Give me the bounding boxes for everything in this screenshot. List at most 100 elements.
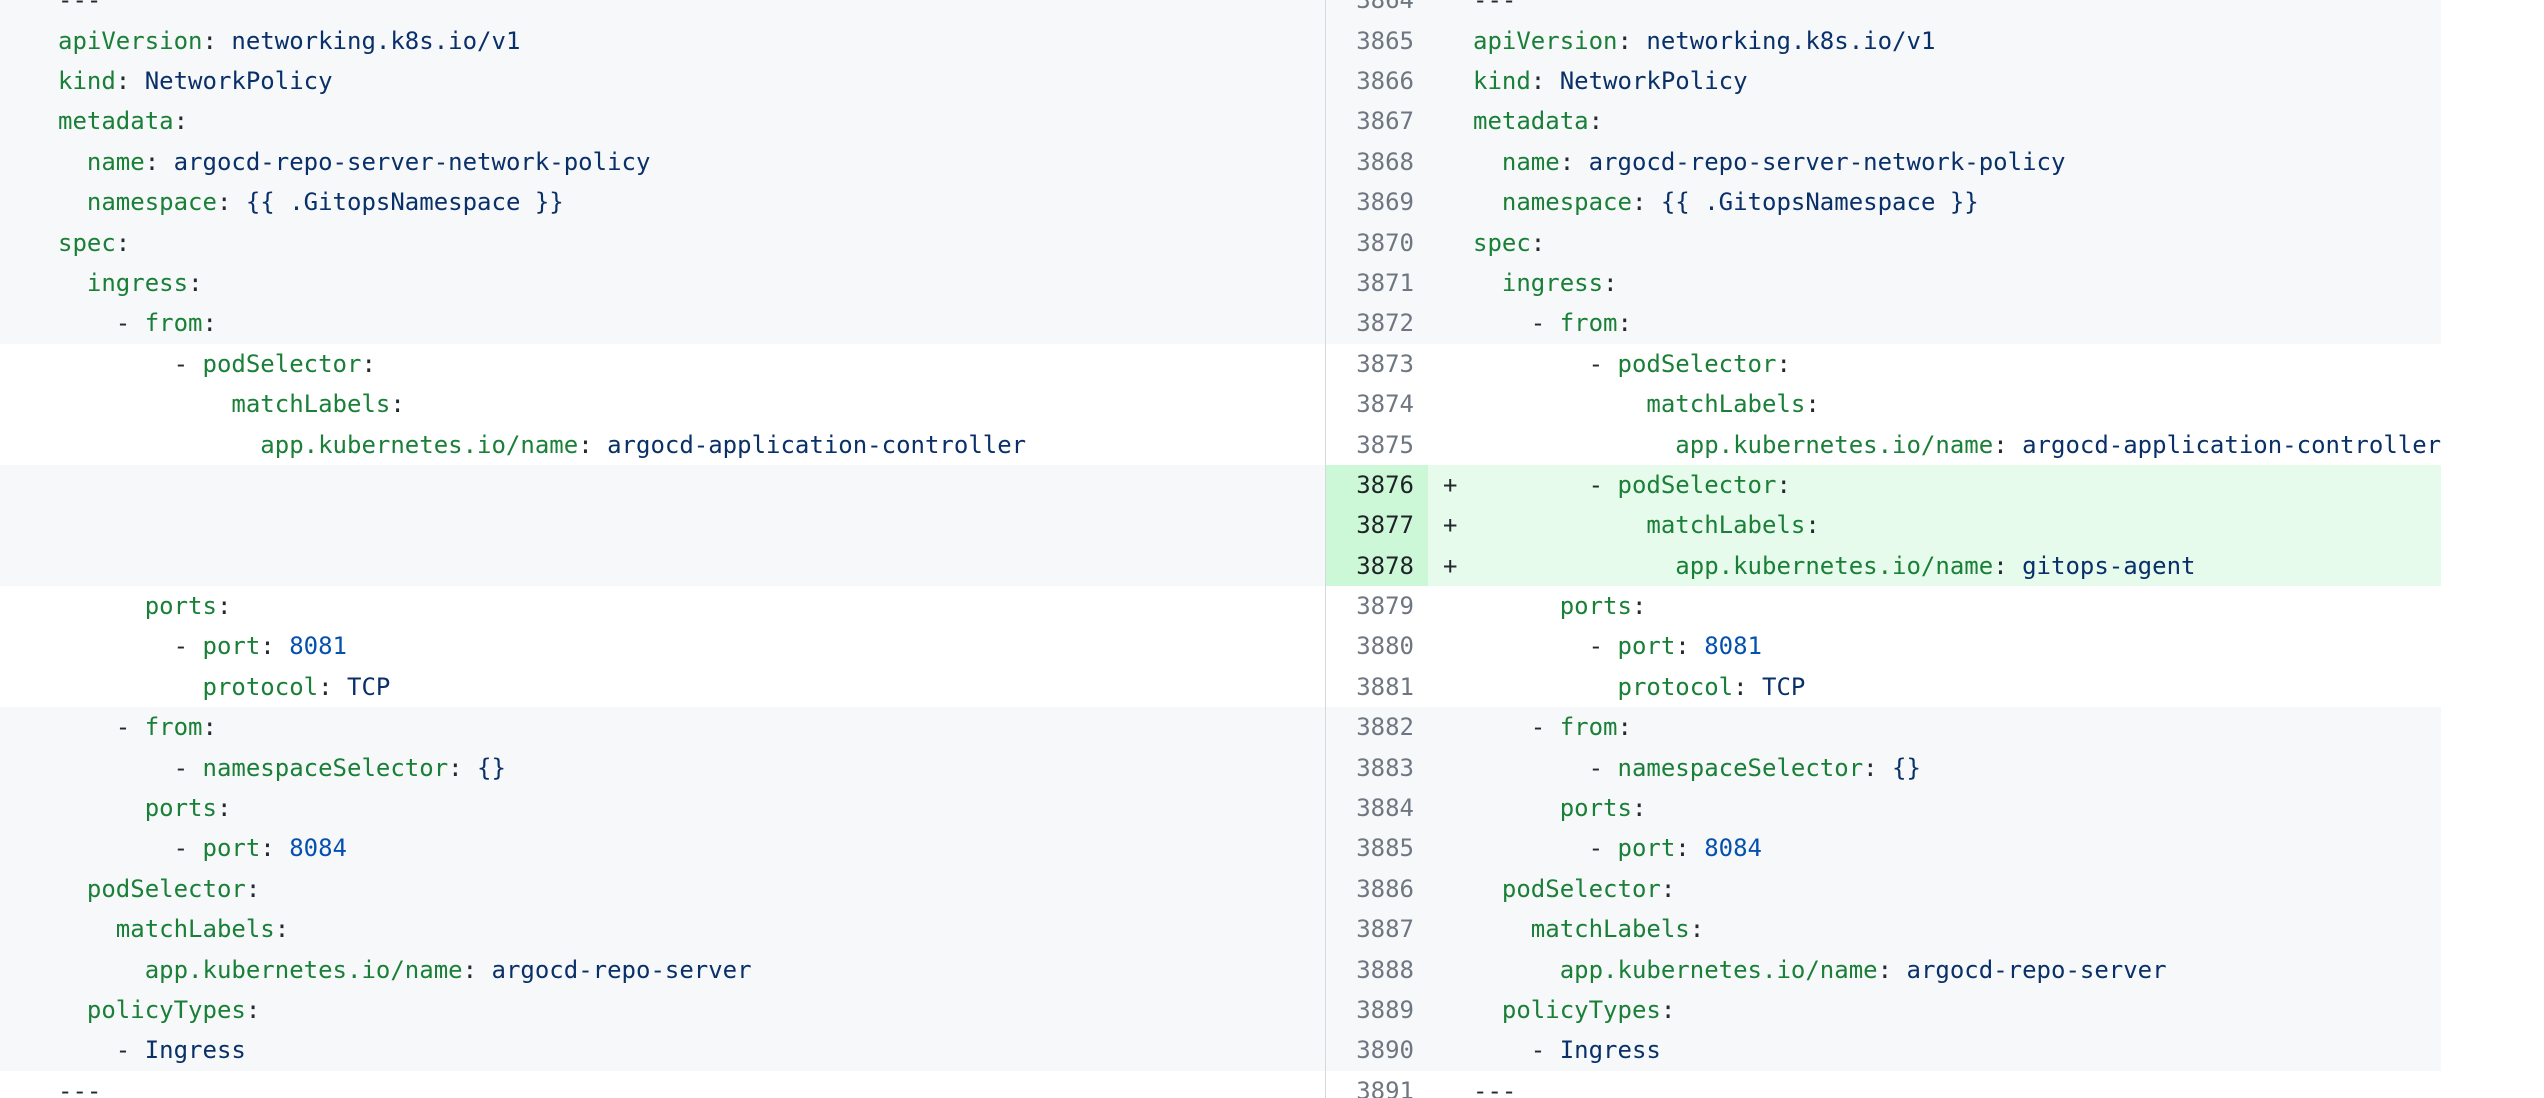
- old-code-line: - podSelector:: [0, 344, 1325, 384]
- old-code-line: apiVersion: networking.k8s.io/v1: [0, 21, 1325, 61]
- new-line-number[interactable]: 3870: [1325, 223, 1428, 263]
- new-code-line: - port: 8081: [1473, 626, 2441, 666]
- diff-row: 3877+ matchLabels:: [0, 505, 2441, 545]
- added-line-marker: +: [1428, 546, 1473, 586]
- old-code-line: ports:: [0, 788, 1325, 828]
- diff-row: matchLabels:3887 matchLabels:: [0, 909, 2441, 949]
- line-marker: [1428, 61, 1473, 101]
- diff-row: apiVersion: networking.k8s.io/v13865apiV…: [0, 21, 2441, 61]
- line-marker: [1428, 263, 1473, 303]
- line-marker: [1428, 344, 1473, 384]
- new-line-number[interactable]: 3882: [1325, 707, 1428, 747]
- diff-row: - from:3882 - from:: [0, 707, 2441, 747]
- line-marker: [1428, 828, 1473, 868]
- diff-row: ---3891---: [0, 1071, 2441, 1098]
- new-code-line: kind: NetworkPolicy: [1473, 61, 2441, 101]
- new-code-line: ports:: [1473, 788, 2441, 828]
- new-code-line: podSelector:: [1473, 869, 2441, 909]
- line-marker: [1428, 869, 1473, 909]
- new-line-number[interactable]: 3881: [1325, 667, 1428, 707]
- line-marker: [1428, 748, 1473, 788]
- old-code-line: - port: 8081: [0, 626, 1325, 666]
- diff-row: - from:3872 - from:: [0, 303, 2441, 343]
- new-code-line: - podSelector:: [1473, 465, 2441, 505]
- diff-row: app.kubernetes.io/name: argocd-applicati…: [0, 425, 2441, 465]
- new-code-line: ---: [1473, 1071, 2441, 1098]
- old-code-line: namespace: {{ .GitopsNamespace }}: [0, 182, 1325, 222]
- new-line-number[interactable]: 3865: [1325, 21, 1428, 61]
- old-code-line: podSelector:: [0, 869, 1325, 909]
- new-line-number[interactable]: 3866: [1325, 61, 1428, 101]
- diff-row: protocol: TCP3881 protocol: TCP: [0, 667, 2441, 707]
- new-line-number[interactable]: 3886: [1325, 869, 1428, 909]
- old-code-line: ---: [0, 1071, 1325, 1098]
- diff-row: ingress:3871 ingress:: [0, 263, 2441, 303]
- line-marker: [1428, 626, 1473, 666]
- new-code-line: matchLabels:: [1473, 909, 2441, 949]
- old-code-line: matchLabels:: [0, 384, 1325, 424]
- added-line-marker: +: [1428, 505, 1473, 545]
- old-code-line: - port: 8084: [0, 828, 1325, 868]
- line-marker: [1428, 909, 1473, 949]
- diff-row: podSelector:3886 podSelector:: [0, 869, 2441, 909]
- new-code-line: protocol: TCP: [1473, 667, 2441, 707]
- new-line-number[interactable]: 3887: [1325, 909, 1428, 949]
- new-code-line: app.kubernetes.io/name: argocd-repo-serv…: [1473, 950, 2441, 990]
- old-code-line: [0, 546, 1325, 586]
- old-code-line: matchLabels:: [0, 909, 1325, 949]
- new-line-number[interactable]: 3869: [1325, 182, 1428, 222]
- diff-row: name: argocd-repo-server-network-policy3…: [0, 142, 2441, 182]
- line-marker: [1428, 586, 1473, 626]
- diff-row: - podSelector:3873 - podSelector:: [0, 344, 2441, 384]
- new-line-number[interactable]: 3874: [1325, 384, 1428, 424]
- line-marker: [1428, 182, 1473, 222]
- new-line-number[interactable]: 3871: [1325, 263, 1428, 303]
- diff-row: - namespaceSelector: {}3883 - namespaceS…: [0, 748, 2441, 788]
- new-code-line: ports:: [1473, 586, 2441, 626]
- old-code-line: - from:: [0, 707, 1325, 747]
- new-line-number[interactable]: 3864: [1325, 0, 1428, 21]
- diff-row: namespace: {{ .GitopsNamespace }}3869 na…: [0, 182, 2441, 222]
- new-line-number[interactable]: 3873: [1325, 344, 1428, 384]
- new-code-line: policyTypes:: [1473, 990, 2441, 1030]
- diff-row: 3876+ - podSelector:: [0, 465, 2441, 505]
- old-code-line: app.kubernetes.io/name: argocd-applicati…: [0, 425, 1325, 465]
- new-code-line: metadata:: [1473, 101, 2441, 141]
- new-line-number[interactable]: 3875: [1325, 425, 1428, 465]
- old-code-line: [0, 465, 1325, 505]
- new-code-line: apiVersion: networking.k8s.io/v1: [1473, 21, 2441, 61]
- old-code-line: [0, 505, 1325, 545]
- new-code-line: ingress:: [1473, 263, 2441, 303]
- new-line-number[interactable]: 3878: [1325, 546, 1428, 586]
- new-line-number[interactable]: 3889: [1325, 990, 1428, 1030]
- diff-row: app.kubernetes.io/name: argocd-repo-serv…: [0, 950, 2441, 990]
- diff-row: spec:3870spec:: [0, 223, 2441, 263]
- new-line-number[interactable]: 3880: [1325, 626, 1428, 666]
- old-code-line: ports:: [0, 586, 1325, 626]
- diff-row: - port: 80813880 - port: 8081: [0, 626, 2441, 666]
- new-line-number[interactable]: 3876: [1325, 465, 1428, 505]
- old-code-line: spec:: [0, 223, 1325, 263]
- new-line-number[interactable]: 3868: [1325, 142, 1428, 182]
- new-line-number[interactable]: 3885: [1325, 828, 1428, 868]
- old-code-line: - Ingress: [0, 1030, 1325, 1070]
- old-code-line: metadata:: [0, 101, 1325, 141]
- new-code-line: - port: 8084: [1473, 828, 2441, 868]
- old-code-line: protocol: TCP: [0, 667, 1325, 707]
- new-line-number[interactable]: 3891: [1325, 1071, 1428, 1098]
- new-line-number[interactable]: 3867: [1325, 101, 1428, 141]
- new-line-number[interactable]: 3888: [1325, 950, 1428, 990]
- new-line-number[interactable]: 3877: [1325, 505, 1428, 545]
- new-line-number[interactable]: 3884: [1325, 788, 1428, 828]
- new-code-line: - from:: [1473, 303, 2441, 343]
- diff-rows: --- 3864 --- apiVersion: networking.k8s.io/…: [0, 0, 2441, 1098]
- new-code-line: spec:: [1473, 223, 2441, 263]
- old-code-line: - from:: [0, 303, 1325, 343]
- new-line-number[interactable]: 3883: [1325, 748, 1428, 788]
- line-marker: [1428, 101, 1473, 141]
- diff-row: kind: NetworkPolicy3866kind: NetworkPoli…: [0, 61, 2441, 101]
- new-line-number[interactable]: 3872: [1325, 303, 1428, 343]
- new-line-number[interactable]: 3890: [1325, 1030, 1428, 1070]
- new-code-line: - podSelector:: [1473, 344, 2441, 384]
- new-line-number[interactable]: 3879: [1325, 586, 1428, 626]
